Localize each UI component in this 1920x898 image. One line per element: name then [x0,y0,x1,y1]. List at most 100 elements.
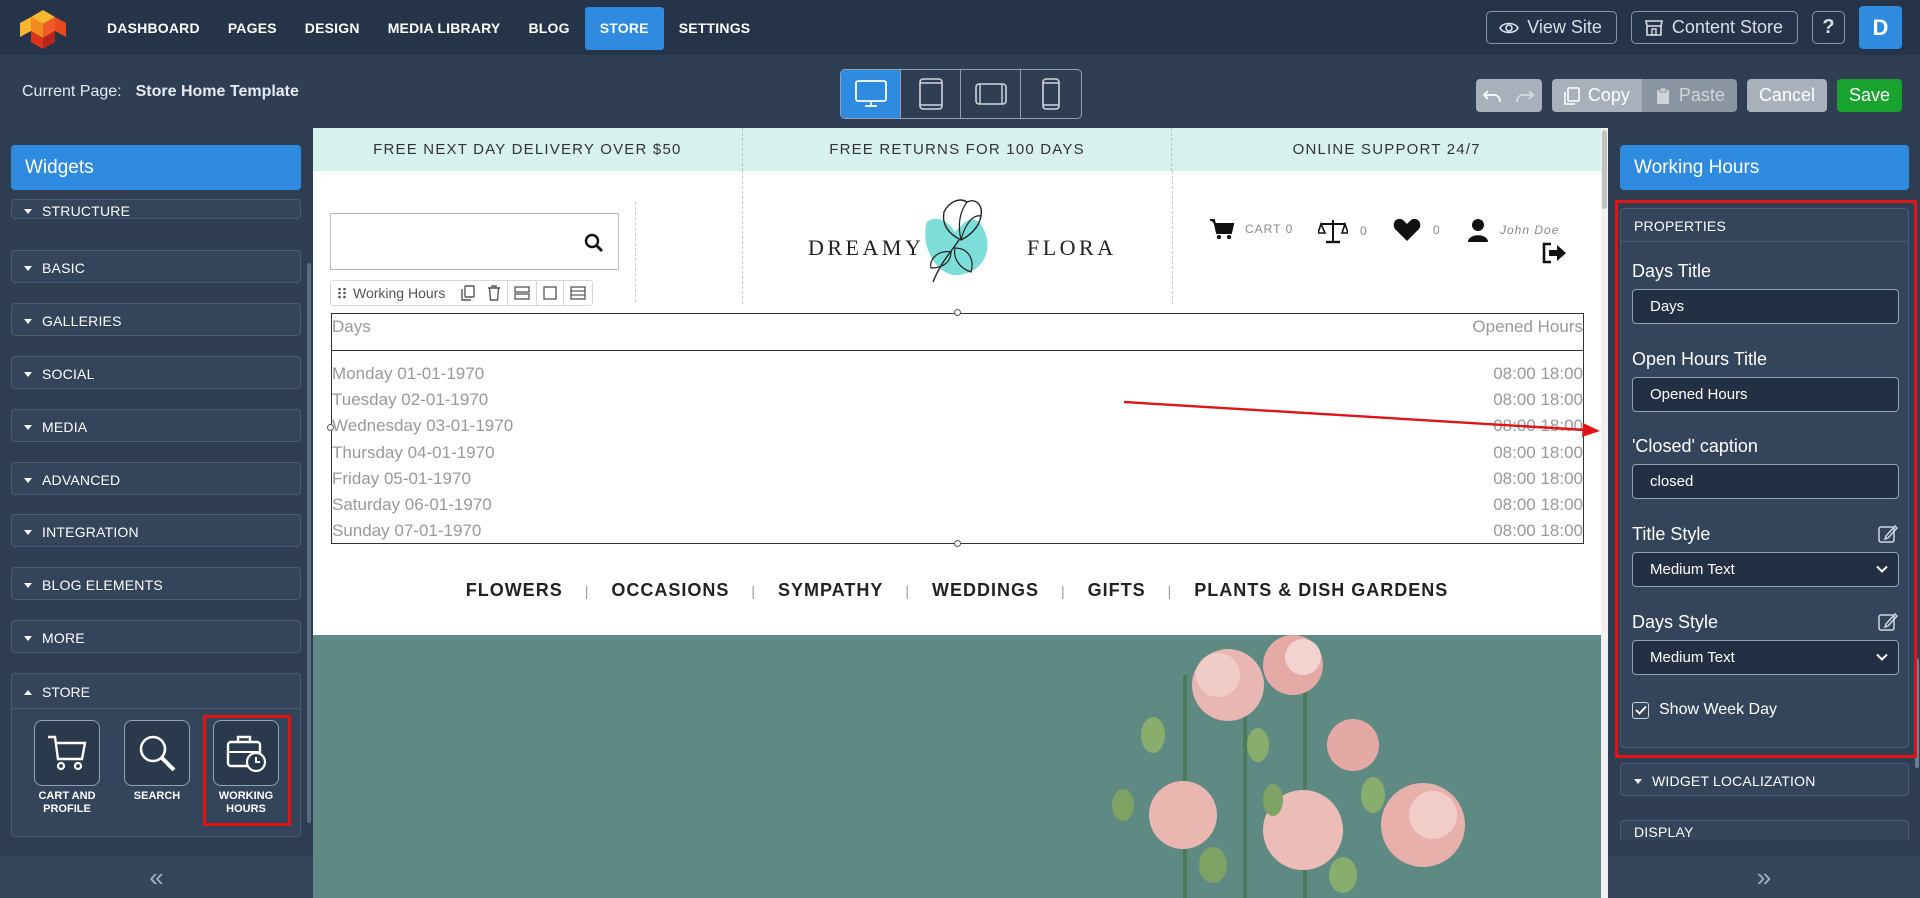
table-row: Thursday 04-01-1970 08:00 18:00 [332,443,1583,469]
user-name: John Doe [1500,223,1560,237]
promo-support: ONLINE SUPPORT 24/7 [1292,141,1481,158]
redo-icon [1516,89,1535,102]
caret-down-icon [24,209,32,214]
menu-weddings[interactable]: WEDDINGS [932,580,1039,601]
category-basic[interactable]: BASIC [11,250,301,283]
layout-stack-icon[interactable] [563,281,592,305]
menu-separator: | [584,582,590,599]
table-row: Saturday 06-01-1970 08:00 18:00 [332,495,1583,521]
content-store-button[interactable]: Content Store [1630,11,1798,44]
caret-down-icon [24,266,32,271]
delete-icon[interactable] [481,281,507,305]
page-canvas: FREE NEXT DAY DELIVERY OVER $50 FREE RET… [313,128,1608,898]
header-cart[interactable]: CART 0 [1209,218,1293,240]
nav-design[interactable]: DESIGN [292,7,373,50]
copy-button[interactable]: Copy [1551,79,1642,112]
header-wishlist[interactable]: 0 [1393,218,1441,242]
nav-store[interactable]: STORE [584,7,664,50]
menu-gifts[interactable]: GIFTS [1088,580,1146,601]
category-structure[interactable]: STRUCTURE [11,199,301,219]
top-navigation: DASHBOARD PAGES DESIGN MEDIA LIBRARY BLO… [0,0,1920,55]
collapse-right-panel-button[interactable]: » [1608,856,1920,898]
caret-down-icon [24,425,32,430]
layout-box-icon[interactable] [536,281,563,305]
store-search-input[interactable] [330,213,619,270]
hours-cell: 08:00 18:00 [1493,390,1583,409]
category-media[interactable]: MEDIA [11,409,301,442]
working-hours-widget[interactable]: Days Opened Hours Monday 01-01-1970 08:00… [331,313,1584,544]
menu-plants[interactable]: PLANTS & DISH GARDENS [1194,580,1448,601]
day-cell: Monday 01-01-1970 [332,364,485,383]
desktop-view-button[interactable] [841,70,901,118]
day-cell: Friday 05-01-1970 [332,469,471,488]
redo-button[interactable] [1509,79,1542,112]
app-logo[interactable] [20,8,66,50]
category-label: SOCIAL [42,366,95,382]
user-avatar[interactable]: D [1859,6,1902,49]
header-user[interactable]: John Doe [1468,218,1559,242]
header-compare[interactable]: 0 [1318,218,1368,244]
cancel-button[interactable]: Cancel [1746,79,1827,112]
search-icon [139,735,176,772]
undo-icon [1483,89,1502,102]
category-store-header[interactable]: STORE [12,674,300,709]
resize-handle-top[interactable] [954,309,961,316]
category-social[interactable]: SOCIAL [11,356,301,389]
left-panel-scrollbar[interactable] [307,263,311,823]
resize-handle-left[interactable] [327,424,334,431]
paste-button[interactable]: Paste [1641,79,1737,112]
scale-icon [1318,220,1348,244]
copy-icon [1564,86,1580,105]
table-row: Monday 01-01-1970 08:00 18:00 [332,364,1583,390]
category-advanced[interactable]: ADVANCED [11,462,301,495]
widget-search[interactable]: SEARCH [112,720,202,803]
undo-redo-group [1475,79,1542,112]
caret-down-icon [24,319,32,324]
search-icon[interactable] [584,233,604,253]
flower-logo[interactable] [909,192,1004,290]
hours-cell: 08:00 18:00 [1493,469,1583,488]
cart-icon [1210,219,1235,239]
undo-button[interactable] [1476,79,1509,112]
canvas-scroll-thumb[interactable] [1602,130,1607,209]
view-site-button[interactable]: View Site [1486,11,1617,44]
category-galleries[interactable]: GALLERIES [11,303,301,336]
duplicate-icon[interactable] [455,281,481,305]
nav-media-library[interactable]: MEDIA LIBRARY [375,7,514,50]
collapse-left-panel-button[interactable]: « [0,856,313,898]
nav-settings[interactable]: SETTINGS [666,7,764,50]
logout-icon[interactable] [1541,242,1567,264]
tablet-landscape-icon [974,83,1007,105]
display-section[interactable]: DISPLAY [1620,820,1909,840]
help-button[interactable]: ? [1812,11,1845,44]
save-button[interactable]: Save [1836,79,1902,112]
category-more[interactable]: MORE [11,620,301,653]
tablet-view-button[interactable] [901,70,961,118]
nav-blog[interactable]: BLOG [515,7,582,50]
category-label: STORE [42,684,90,700]
widget-cart-and-profile[interactable]: CART AND PROFILE [22,720,112,816]
canvas-scrollbar[interactable] [1601,128,1608,898]
days-title: Days [332,317,371,336]
category-blog-elements[interactable]: BLOG ELEMENTS [11,567,301,600]
menu-occasions[interactable]: OCCASIONS [611,580,729,601]
wishlist-count: 0 [1433,223,1441,237]
drag-handle-icon[interactable] [331,281,353,305]
hours-title: Opened Hours [1472,317,1583,336]
nav-pages[interactable]: PAGES [215,7,290,50]
resize-handle-bottom[interactable] [954,540,961,547]
current-page-name: Store Home Template [135,83,299,100]
category-label: ADVANCED [42,472,121,488]
layout-rows-icon[interactable] [507,281,536,305]
mobile-view-button[interactable] [1021,70,1081,118]
widget-localization-section[interactable]: WIDGET LOCALIZATION [1620,763,1909,796]
widget-toolbar-label: Working Hours [353,285,446,301]
caret-down-icon [24,530,32,535]
tablet-landscape-view-button[interactable] [961,70,1021,118]
nav-dashboard[interactable]: DASHBOARD [94,7,213,50]
menu-flowers[interactable]: FLOWERS [466,580,563,601]
table-row: Friday 05-01-1970 08:00 18:00 [332,469,1583,495]
menu-sympathy[interactable]: SYMPATHY [778,580,883,601]
category-integration[interactable]: INTEGRATION [11,514,301,547]
search-widget-icon [124,720,190,786]
